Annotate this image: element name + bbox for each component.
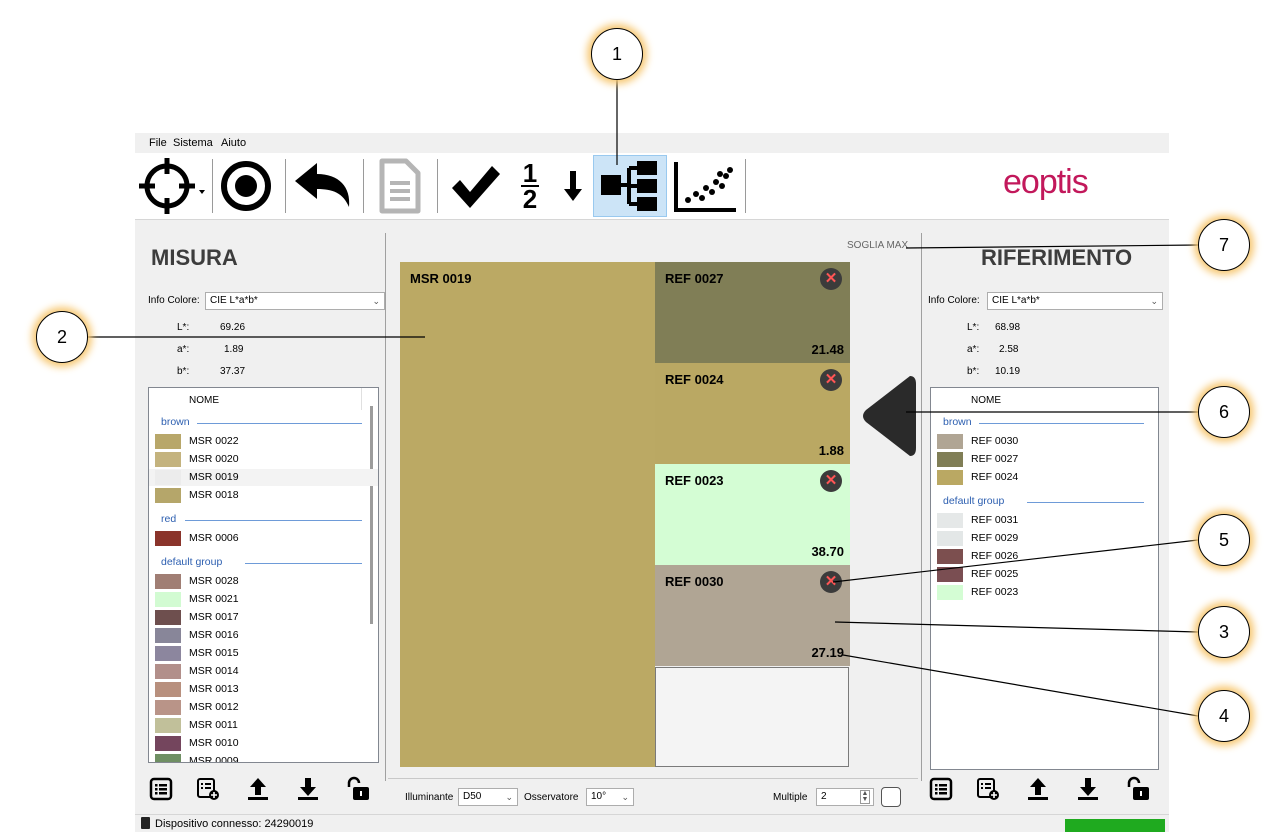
callout-7: 7 xyxy=(1198,219,1250,271)
callout-4: 4 xyxy=(1198,690,1250,742)
callout-6: 6 xyxy=(1198,386,1250,438)
callout-1: 1 xyxy=(591,28,643,80)
callout-lines xyxy=(87,80,1199,717)
callout-3: 3 xyxy=(1198,606,1250,658)
callout-5: 5 xyxy=(1198,514,1250,566)
callout-2: 2 xyxy=(36,311,88,363)
